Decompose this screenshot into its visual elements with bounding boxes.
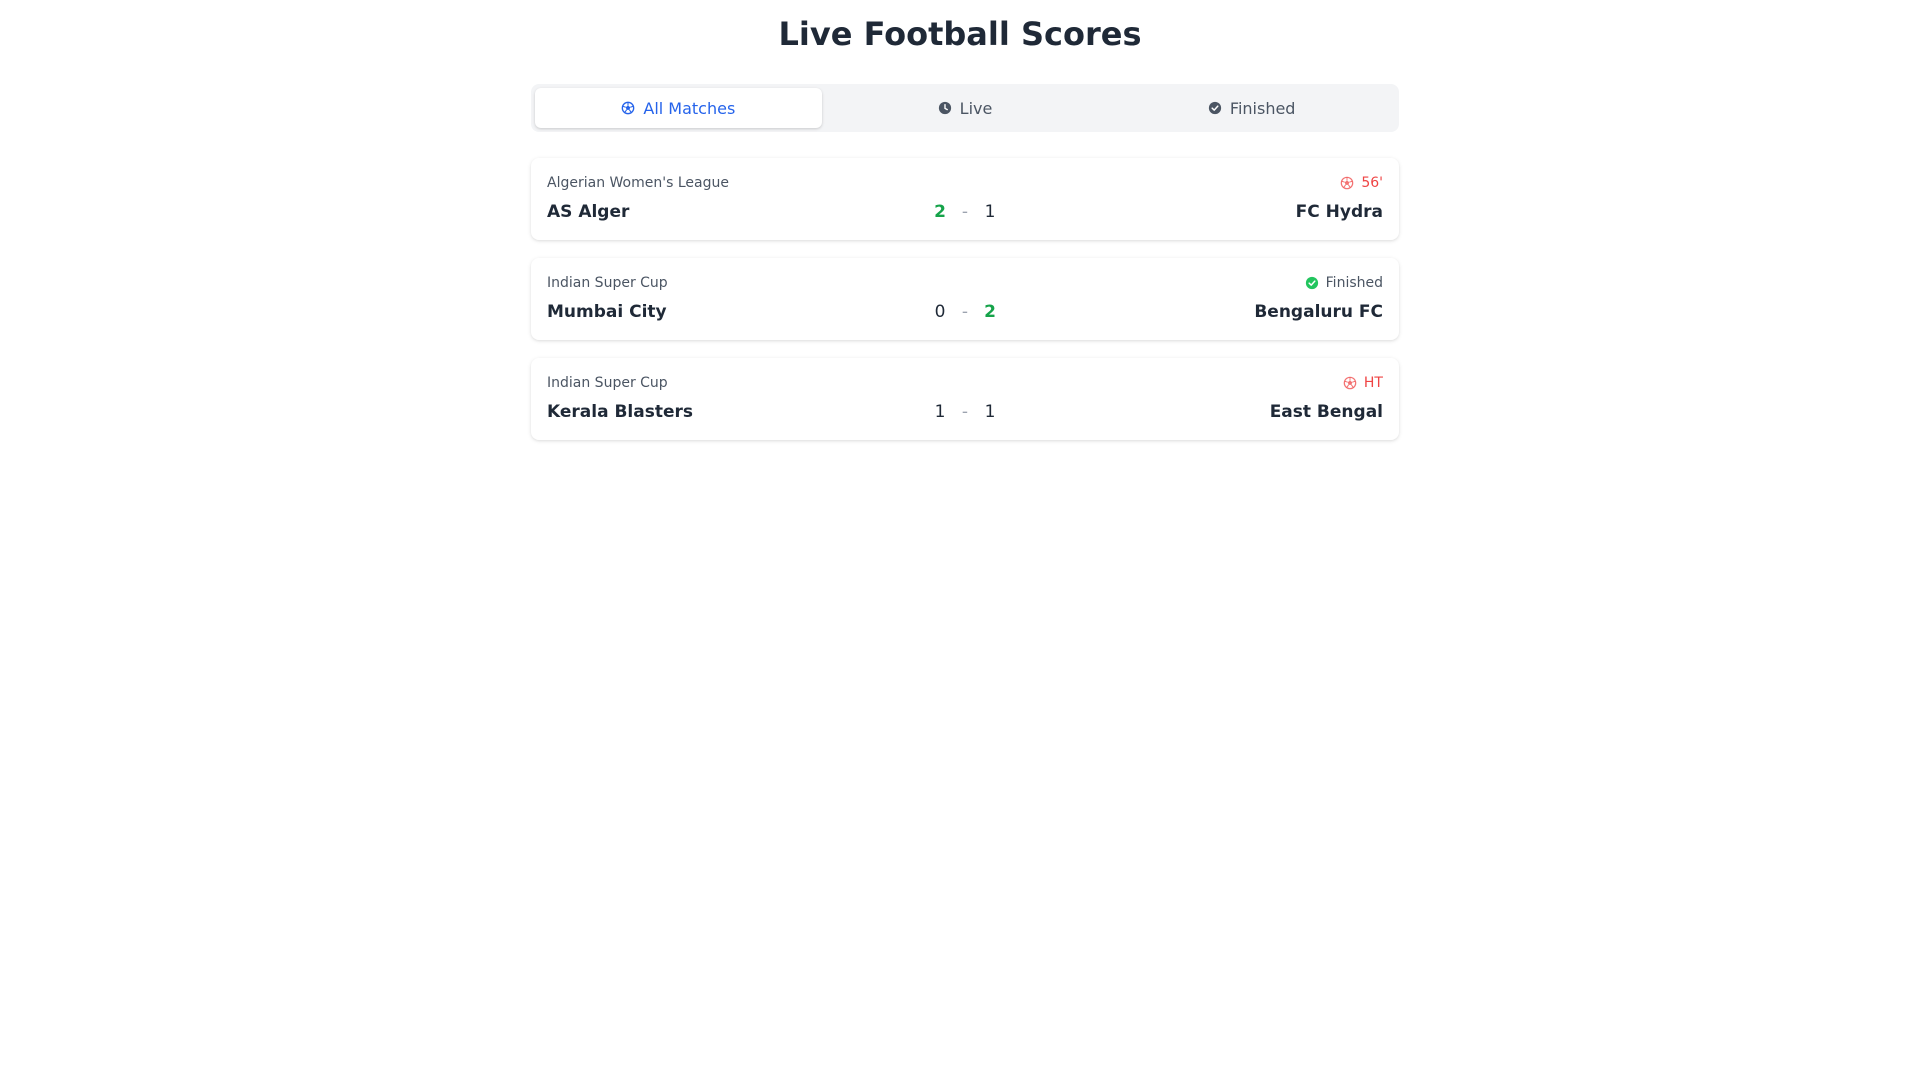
match-card[interactable]: Indian Super Cup HT Kerala Blasters 1 - …: [531, 358, 1399, 440]
match-card[interactable]: Indian Super Cup Finished Mumbai City 0 …: [531, 258, 1399, 340]
score-separator: -: [961, 302, 969, 322]
tab-all-matches[interactable]: All Matches: [535, 88, 822, 128]
tab-live[interactable]: Live: [822, 88, 1109, 128]
soccer-ball-icon: [1340, 176, 1354, 190]
match-status: HT: [1343, 375, 1383, 391]
home-score: 0: [934, 302, 946, 322]
league-name: Indian Super Cup: [547, 275, 668, 291]
tab-all-matches-label: All Matches: [643, 98, 736, 118]
away-team: East Bengal: [1269, 402, 1383, 422]
match-card[interactable]: Algerian Women's League 56' AS Alger 2 -…: [531, 158, 1399, 240]
away-score: 1: [984, 202, 996, 222]
match-status-text: HT: [1363, 375, 1383, 391]
away-score: 2: [984, 302, 996, 322]
check-circle-icon: [1305, 276, 1319, 290]
match-list: Algerian Women's League 56' AS Alger 2 -…: [531, 158, 1399, 458]
tab-live-label: Live: [959, 98, 993, 118]
away-score: 1: [984, 402, 996, 422]
check-circle-icon: [1208, 101, 1222, 115]
score-separator: -: [961, 202, 969, 222]
page-title: Live Football Scores: [778, 15, 1142, 53]
filter-tabs: All Matches Live Finished: [531, 84, 1399, 132]
match-status: 56': [1340, 175, 1383, 191]
home-score: 1: [934, 402, 946, 422]
clock-icon: [938, 101, 952, 115]
soccer-ball-icon: [621, 101, 635, 115]
home-score: 2: [934, 202, 946, 222]
tab-finished[interactable]: Finished: [1108, 88, 1395, 128]
scoreline: 2 - 1: [531, 202, 1399, 222]
match-status-text: Finished: [1325, 275, 1383, 291]
soccer-ball-icon: [1343, 376, 1357, 390]
league-name: Algerian Women's League: [547, 175, 729, 191]
away-team: Bengaluru FC: [1254, 302, 1383, 322]
away-team: FC Hydra: [1295, 202, 1383, 222]
match-status-text: 56': [1361, 175, 1383, 191]
score-separator: -: [961, 402, 969, 422]
league-name: Indian Super Cup: [547, 375, 668, 391]
tab-finished-label: Finished: [1229, 98, 1296, 118]
match-status: Finished: [1305, 275, 1383, 291]
